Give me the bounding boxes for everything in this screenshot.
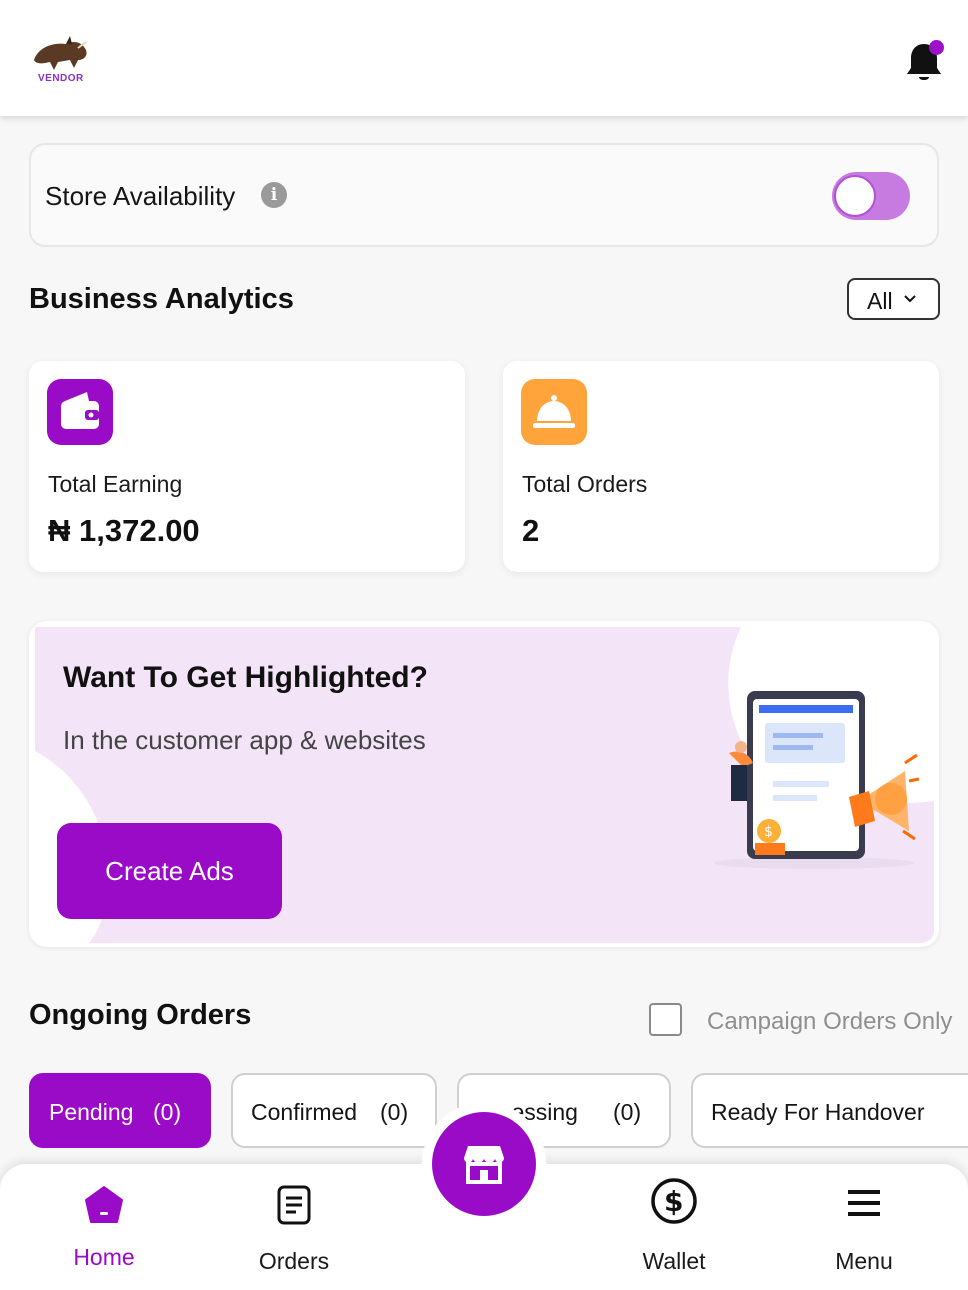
top-bar: VENDOR [0,0,968,116]
notification-badge [929,40,944,55]
tab-ready-for-handover-label: Ready For Handover [711,1099,925,1125]
ads-subtitle: In the customer app & websites [63,725,426,755]
tab-confirmed-label: Confirmed [251,1099,358,1125]
service-bell-icon [521,379,587,445]
store-availability-label: Store Availability [45,181,236,211]
total-orders-label: Total Orders [522,471,648,497]
ongoing-orders-title: Ongoing Orders [29,999,252,1031]
nav-wallet-label: Wallet [642,1248,706,1274]
tab-confirmed[interactable]: Confirmed (0) [231,1073,437,1148]
nav-menu-label: Menu [835,1248,893,1274]
chevron-down-icon [904,295,916,303]
toggle-knob [834,175,876,217]
campaign-orders-checkbox[interactable] [649,1003,682,1036]
total-earning-value: ₦ 1,372.00 [48,513,200,548]
ads-title: Want To Get Highlighted? [63,661,428,694]
nav-menu[interactable]: Menu [784,1164,944,1290]
tab-pending[interactable]: Pending (0) [29,1073,211,1148]
store-availability-card: Store Availability i [29,143,939,247]
tab-processing-count: (0) [613,1099,642,1125]
total-orders-value: 2 [522,513,540,548]
nav-home[interactable]: Home [24,1164,184,1290]
svg-text:$: $ [764,824,773,840]
ads-banner: Want To Get Highlighted? In the customer… [29,621,939,947]
home-icon [85,1186,123,1223]
orders-icon [277,1185,311,1225]
store-availability-toggle[interactable] [832,172,910,220]
total-earning-card[interactable]: Total Earning ₦ 1,372.00 [29,361,465,572]
svg-text:$: $ [664,1185,683,1218]
analytics-filter-value: All [867,288,893,314]
nav-home-label: Home [73,1244,135,1270]
nav-orders[interactable]: Orders [214,1164,374,1290]
store-icon [464,1146,504,1184]
business-analytics-title: Business Analytics [29,283,294,315]
analytics-filter-dropdown[interactable]: All [847,278,940,320]
wallet-dollar-icon: $ [651,1178,697,1224]
menu-icon [848,1190,880,1216]
create-ads-button[interactable]: Create Ads [57,823,282,919]
info-icon[interactable]: i [261,182,287,208]
advertising-illustration: $ [714,691,919,869]
tab-pending-count: (0) [153,1099,182,1125]
logo-text: VENDOR [38,73,84,84]
tab-pending-label: Pending [49,1099,134,1125]
total-orders-card[interactable]: Total Orders 2 [503,361,939,572]
total-earning-label: Total Earning [48,471,183,497]
nav-wallet[interactable]: $ Wallet [594,1164,754,1290]
tab-confirmed-count: (0) [380,1099,409,1125]
store-button[interactable] [432,1112,536,1216]
nav-orders-label: Orders [258,1248,330,1274]
wallet-icon [47,379,113,445]
campaign-orders-label: Campaign Orders Only [707,1008,953,1035]
tab-ready-for-handover[interactable]: Ready For Handover [691,1073,968,1148]
